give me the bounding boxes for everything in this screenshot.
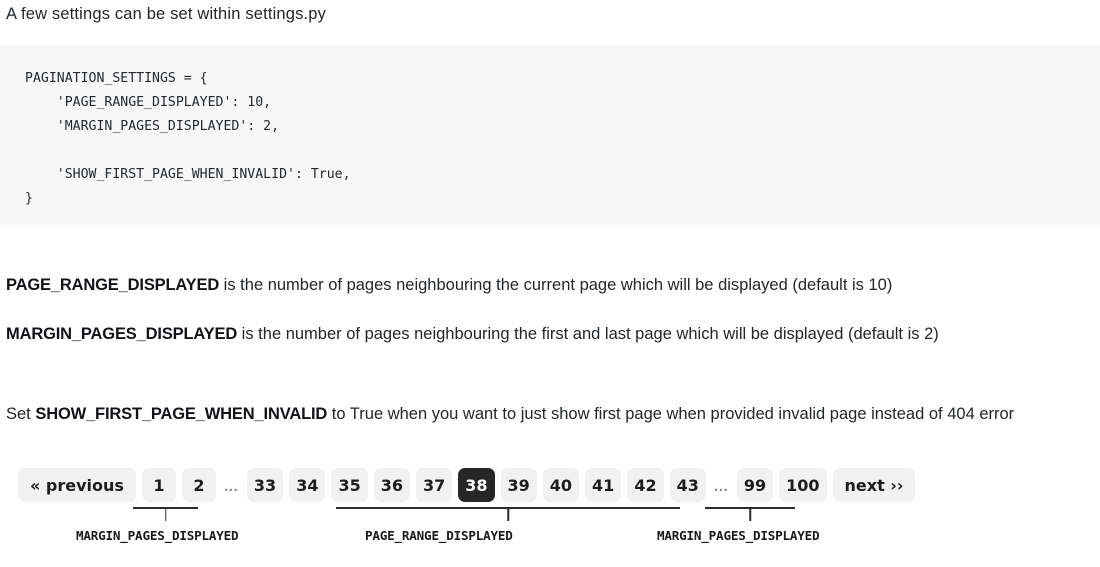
pagination-page-33[interactable]: 33 bbox=[246, 468, 284, 502]
pagination-page-34[interactable]: 34 bbox=[289, 468, 326, 502]
bracket-tick bbox=[749, 507, 751, 521]
paragraph-margin-pages-displayed: MARGIN_PAGES_DISPLAYED is the number of … bbox=[6, 320, 1096, 349]
paragraph-body: is the number of pages neighbouring the … bbox=[219, 275, 893, 294]
code-block-content: PAGINATION_SETTINGS = { 'PAGE_RANGE_DISP… bbox=[25, 71, 351, 206]
pagination-page-36[interactable]: 36 bbox=[373, 468, 410, 502]
code-block: PAGINATION_SETTINGS = { 'PAGE_RANGE_DISP… bbox=[0, 45, 1100, 225]
annotation-label-left-margin: MARGIN_PAGES_DISPLAYED bbox=[76, 528, 239, 543]
pagination-page-43[interactable]: 43 bbox=[669, 468, 706, 502]
setting-name-margin-pages-displayed: MARGIN_PAGES_DISPLAYED bbox=[6, 324, 238, 343]
bracket-tick bbox=[507, 507, 509, 521]
pagination-control: « previous 1 2 … 33 34 35 36 37 38 39 40… bbox=[18, 468, 921, 502]
pagination-page-41[interactable]: 41 bbox=[585, 468, 622, 502]
setting-name-page-range-displayed: PAGE_RANGE_DISPLAYED bbox=[6, 275, 220, 294]
annotation-label-right-margin: MARGIN_PAGES_DISPLAYED bbox=[657, 528, 820, 543]
pagination-page-100[interactable]: 100 bbox=[779, 468, 827, 502]
pagination-page-38-active[interactable]: 38 bbox=[458, 468, 495, 502]
paragraph-body: to True when you want to just show first… bbox=[327, 404, 1015, 423]
intro-paragraph: A few settings can be set within setting… bbox=[6, 5, 327, 23]
pagination-page-42[interactable]: 42 bbox=[627, 468, 664, 502]
pagination-page-37[interactable]: 37 bbox=[415, 468, 453, 502]
pagination-ellipsis-right: … bbox=[713, 478, 730, 495]
pagination-page-2[interactable]: 2 bbox=[181, 468, 216, 502]
paragraph-body: is the number of pages neighbouring the … bbox=[237, 324, 939, 343]
paragraph-lead: Set bbox=[6, 404, 36, 423]
pagination-ellipsis-left: … bbox=[223, 478, 240, 495]
pagination-page-1[interactable]: 1 bbox=[141, 468, 176, 502]
bracket-tick bbox=[164, 507, 167, 521]
paragraph-show-first-page-when-invalid: Set SHOW_FIRST_PAGE_WHEN_INVALID to True… bbox=[6, 400, 1096, 429]
pagination-previous-button[interactable]: « previous bbox=[18, 468, 136, 502]
pagination-page-99[interactable]: 99 bbox=[736, 468, 774, 502]
annotation-label-page-range: PAGE_RANGE_DISPLAYED bbox=[365, 528, 513, 543]
pagination-page-39[interactable]: 39 bbox=[500, 468, 537, 502]
annotation-bracket-left-margin bbox=[133, 507, 198, 521]
pagination-next-button[interactable]: next ›› bbox=[832, 468, 916, 502]
pagination-page-35[interactable]: 35 bbox=[331, 468, 368, 502]
setting-name-show-first-page-when-invalid: SHOW_FIRST_PAGE_WHEN_INVALID bbox=[35, 404, 328, 423]
annotation-bracket-right-margin bbox=[705, 507, 795, 521]
paragraph-page-range-displayed: PAGE_RANGE_DISPLAYED is the number of pa… bbox=[6, 271, 1096, 300]
annotation-bracket-page-range bbox=[336, 507, 680, 521]
pagination-page-40[interactable]: 40 bbox=[542, 468, 580, 502]
